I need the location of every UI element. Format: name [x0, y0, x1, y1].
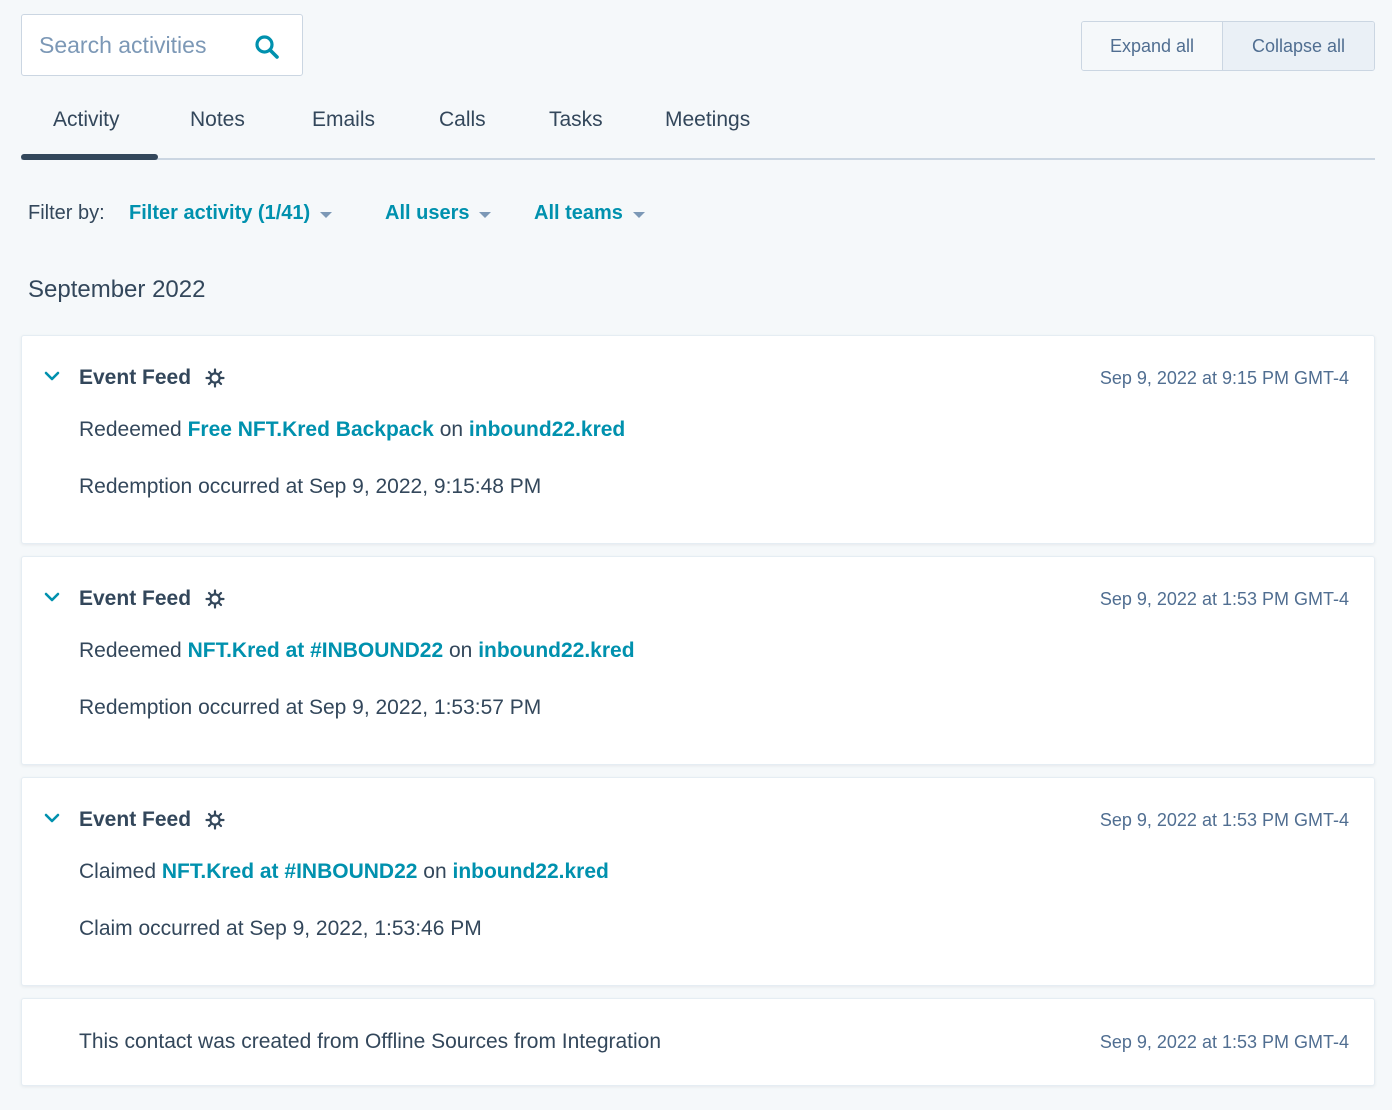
event-timestamp: Sep 9, 2022 at 1:53 PM GMT-4: [1099, 589, 1349, 609]
event-summary: Claimed NFT.Kred at #INBOUND22 on inboun…: [79, 860, 609, 884]
event-site-link[interactable]: inbound22.kred: [452, 860, 608, 883]
contact-created-card: This contact was created from Offline So…: [21, 998, 1375, 1086]
event-title: Event Feed: [79, 366, 192, 389]
tab-calls[interactable]: Calls: [439, 108, 486, 132]
month-heading: September 2022: [28, 276, 206, 303]
event-summary: Redeemed NFT.Kred at #INBOUND22 on inbou…: [79, 639, 635, 663]
chevron-down-icon[interactable]: [44, 812, 60, 824]
event-item-link[interactable]: Free NFT.Kred Backpack: [188, 418, 434, 441]
caret-down-icon: [320, 211, 333, 218]
event-timestamp: Sep 9, 2022 at 1:53 PM GMT-4: [1099, 810, 1349, 830]
filter-activity-dropdown[interactable]: Filter activity (1/41): [129, 202, 333, 225]
collapse-all-button[interactable]: Collapse all: [1223, 22, 1374, 70]
filter-teams-dropdown[interactable]: All teams: [534, 202, 645, 225]
caret-down-icon: [632, 211, 645, 218]
event-title: Event Feed: [79, 587, 192, 610]
tab-meetings[interactable]: Meetings: [665, 108, 750, 132]
tab-activity[interactable]: Activity: [53, 108, 120, 132]
event-summary: Redeemed Free NFT.Kred Backpack on inbou…: [79, 418, 625, 442]
event-site-link[interactable]: inbound22.kred: [478, 639, 634, 662]
contact-created-text: This contact was created from Offline So…: [79, 1030, 662, 1053]
top-bar: Expand all Collapse all: [0, 0, 1392, 90]
event-verb: Redeemed: [79, 418, 182, 441]
event-card: Event Feed Sep 9, 2022 at 1:53 PM GMT-4 …: [21, 777, 1375, 986]
gear-icon: [205, 368, 225, 388]
search-input[interactable]: [39, 31, 239, 59]
gear-icon: [205, 589, 225, 609]
activity-tabs: Activity Notes Emails Calls Tasks Meetin…: [21, 96, 1375, 160]
event-on-text: on: [439, 418, 464, 441]
event-verb: Claimed: [79, 860, 157, 883]
event-verb: Redeemed: [79, 639, 182, 662]
chevron-down-icon[interactable]: [44, 370, 60, 382]
event-on-text: on: [448, 639, 473, 662]
tab-notes[interactable]: Notes: [190, 108, 245, 132]
tab-tasks[interactable]: Tasks: [549, 108, 603, 132]
event-item-link[interactable]: NFT.Kred at #INBOUND22: [188, 639, 444, 662]
filter-users-dropdown[interactable]: All users: [385, 202, 492, 225]
caret-down-icon: [479, 211, 492, 218]
event-title: Event Feed: [79, 808, 192, 831]
event-card: Event Feed Sep 9, 2022 at 1:53 PM GMT-4 …: [21, 556, 1375, 765]
tab-emails[interactable]: Emails: [312, 108, 375, 132]
event-on-text: on: [423, 860, 447, 883]
event-detail: Redemption occurred at Sep 9, 2022, 9:15…: [79, 475, 542, 498]
filter-users-label: All users: [385, 202, 470, 224]
filter-label: Filter by:: [28, 202, 105, 224]
contact-created-timestamp: Sep 9, 2022 at 1:53 PM GMT-4: [1099, 1032, 1349, 1052]
active-tab-indicator: [21, 154, 158, 160]
search-icon[interactable]: [254, 34, 280, 60]
event-item-link[interactable]: NFT.Kred at #INBOUND22: [162, 860, 418, 883]
filter-activity-label: Filter activity (1/41): [129, 202, 311, 224]
gear-icon: [205, 810, 225, 830]
event-timestamp: Sep 9, 2022 at 9:15 PM GMT-4: [1099, 368, 1349, 388]
chevron-down-icon[interactable]: [44, 591, 60, 603]
event-site-link[interactable]: inbound22.kred: [469, 418, 625, 441]
filter-teams-label: All teams: [534, 202, 623, 224]
event-card: Event Feed Sep 9, 2022 at 9:15 PM GMT-4 …: [21, 335, 1375, 544]
expand-collapse-group: Expand all Collapse all: [1081, 21, 1375, 71]
search-box[interactable]: [21, 14, 303, 76]
event-detail: Claim occurred at Sep 9, 2022, 1:53:46 P…: [79, 917, 482, 940]
expand-all-button[interactable]: Expand all: [1082, 22, 1223, 70]
event-detail: Redemption occurred at Sep 9, 2022, 1:53…: [79, 696, 542, 719]
